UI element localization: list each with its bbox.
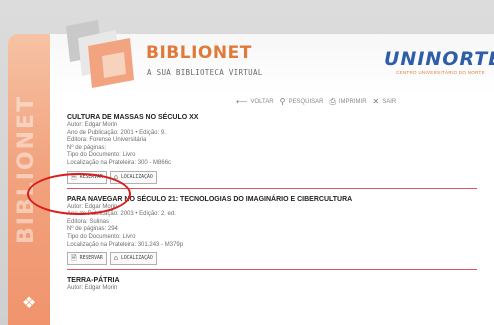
main-content: BIBLIONET A SUA BIBLIOTECA VIRTUAL UNINO…	[50, 20, 494, 325]
list-item: TERRA-PÁTRIA Autor: Edgar Morin	[67, 276, 487, 293]
sidebar: BIBLIONET ❖	[8, 34, 50, 325]
record-pages: Nº de páginas:	[67, 144, 107, 151]
record-publisher: Editora: Sulinas	[67, 218, 110, 225]
calendar-icon: 🗎	[71, 172, 77, 181]
record-title[interactable]: PARA NAVEGAR NO SÉCULO 21: TECNOLOGIAS D…	[67, 195, 487, 204]
reserve-label: RESERVAR	[79, 174, 103, 180]
list-item: PARA NAVEGAR NO SÉCULO 21: TECNOLOGIAS D…	[67, 195, 487, 271]
brand-title: BIBLIONET	[146, 43, 252, 63]
record-title[interactable]: TERRA-PÁTRIA	[67, 276, 487, 285]
reserve-button[interactable]: 🗎 RESERVAR	[67, 252, 107, 266]
divider	[67, 269, 477, 271]
exit-label: SAIR	[382, 99, 397, 105]
uninorte-logo[interactable]: UNINORTE	[384, 48, 494, 70]
location-button[interactable]: ⌂ LOCALIZAÇÃO	[109, 252, 157, 266]
record-title[interactable]: CULTURA DE MASSAS NO SÉCULO XX	[67, 113, 487, 122]
record-doc-type: Tipo do Documento: Livro	[67, 152, 136, 159]
calendar-icon: 🗎	[71, 254, 77, 263]
uninorte-caption: CENTRO UNIVERSITÁRIO DO NORTE	[396, 70, 485, 75]
exit-button[interactable]: ✕ SAIR	[373, 98, 397, 106]
brand-subtitle: A SUA BIBLIOTECA VIRTUAL	[147, 68, 263, 77]
shelf-icon: ⌂	[113, 254, 118, 263]
location-label: LOCALIZAÇÃO	[120, 174, 153, 180]
record-location: Localização na Prateleira: 300 - M866c	[67, 159, 172, 166]
shelf-icon: ⌂	[113, 172, 118, 181]
record-publisher: Editora: Forense Universitária	[67, 137, 147, 144]
record-actions: 🗎 RESERVAR ⌂ LOCALIZAÇÃO	[67, 170, 487, 184]
toolbar: ⟵ VOLTAR ⚲ PESQUISAR ⎙ IMPRIMIR ✕ SAIR	[236, 96, 396, 108]
back-arrow-icon: ⟵	[236, 97, 248, 106]
divider	[67, 187, 477, 189]
reserve-label: RESERVAR	[79, 256, 103, 262]
reserve-button[interactable]: 🗎 RESERVAR	[67, 170, 107, 184]
record-author: Autor: Edgar Morin	[67, 285, 118, 292]
close-icon: ✕	[372, 97, 380, 106]
record-author: Autor: Edgar Morin	[67, 122, 118, 128]
record-doc-type: Tipo do Documento: Livro	[67, 233, 136, 240]
biblionet-logo-icon	[66, 20, 134, 88]
record-publication: Ano de Publicação: 2003 • Edição: 2. ed.	[67, 211, 176, 218]
location-label: LOCALIZAÇÃO	[120, 256, 153, 262]
record-actions: 🗎 RESERVAR ⌂ LOCALIZAÇÃO	[67, 252, 487, 266]
search-label: PESQUISAR	[288, 99, 324, 105]
list-item: CULTURA DE MASSAS NO SÉCULO XX Autor: Ed…	[67, 113, 487, 189]
flower-icon: ❖	[21, 295, 37, 312]
location-button[interactable]: ⌂ LOCALIZAÇÃO	[109, 170, 157, 184]
record-location: Localização na Prateleira: 301.243 - M37…	[67, 241, 184, 248]
results-list: CULTURA DE MASSAS NO SÉCULO XX Autor: Ed…	[67, 113, 487, 299]
search-button[interactable]: ⚲ PESQUISAR	[280, 98, 324, 106]
back-button[interactable]: ⟵ VOLTAR	[236, 98, 274, 106]
print-icon: ⎙	[329, 97, 336, 106]
print-label: IMPRIMIR	[338, 99, 367, 105]
header: BIBLIONET A SUA BIBLIOTECA VIRTUAL UNINO…	[50, 20, 494, 94]
search-icon: ⚲	[279, 97, 286, 106]
back-label: VOLTAR	[250, 99, 274, 105]
record-author: Autor: Edgar Morin	[67, 203, 118, 210]
sidebar-watermark: BIBLIONET	[14, 94, 39, 244]
record-publication: Ano de Publicação: 2001 • Edição: 9.	[67, 129, 166, 136]
print-button[interactable]: ⎙ IMPRIMIR	[329, 98, 366, 106]
record-pages: Nº de páginas: 294	[67, 226, 118, 233]
